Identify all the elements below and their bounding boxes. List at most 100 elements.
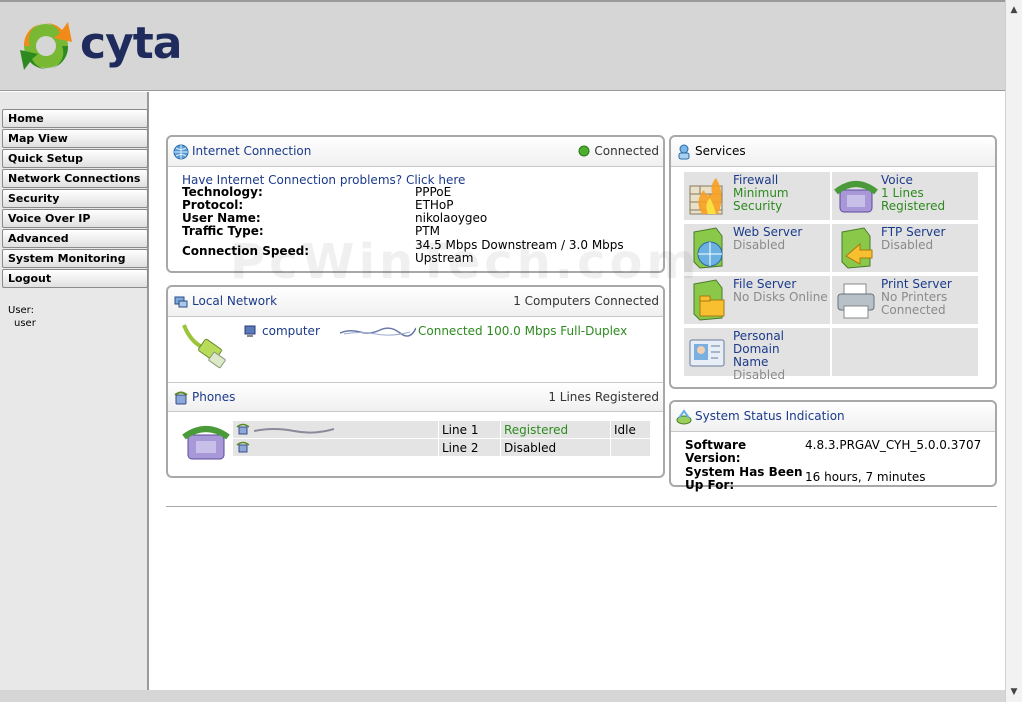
services-title: Services — [695, 144, 746, 158]
network-icon — [174, 296, 188, 308]
internet-connection-header: Internet Connection Connected — [168, 137, 663, 167]
uptime-row: System Has Been Up For: 16 hours, 7 minu… — [685, 466, 985, 492]
redacted-number-icon — [253, 428, 335, 434]
nav-item-home[interactable]: Home — [2, 109, 148, 128]
phone-line-status: Disabled — [500, 438, 611, 457]
cyta-logo: cyta — [16, 16, 186, 80]
lan-device-row: computer Connected 100.0 Mbps Full-Duple… — [180, 323, 660, 377]
bottom-strip — [0, 690, 1005, 702]
service-detail: Disabled — [733, 238, 786, 252]
file-server-icon — [693, 279, 725, 321]
detail-key: Traffic Type: — [182, 224, 264, 238]
system-status-details: Software Version: 4.8.3.PRGAV_CYH_5.0.0.… — [685, 439, 985, 492]
main-nav: Home Map View Quick Setup Network Connec… — [2, 109, 148, 289]
redacted-scribble-icon — [340, 327, 416, 337]
service-print-server[interactable]: Print Server No Printers Connected — [831, 275, 979, 325]
service-web-server[interactable]: Web Server Disabled — [683, 223, 831, 273]
scroll-up-icon[interactable]: ▲ — [1006, 2, 1022, 18]
detail-row: Traffic Type: PTM — [182, 225, 652, 238]
nav-item-system-monitoring[interactable]: System Monitoring — [2, 249, 148, 268]
lan-device-name[interactable]: computer — [262, 324, 320, 338]
services-header: Services — [671, 137, 995, 167]
uptime-label: System Has Been Up For: — [685, 465, 803, 492]
nav-item-quick-setup[interactable]: Quick Setup — [2, 149, 148, 168]
service-file-server[interactable]: File Server No Disks Online — [683, 275, 831, 325]
phone-line-state: Idle — [610, 420, 651, 439]
phone-lines-table: Line 1 Registered Idle Line 2 Disabled — [232, 420, 651, 457]
local-network-summary: 1 Computers Connected — [513, 294, 659, 308]
nav-item-map-view[interactable]: Map View — [2, 129, 148, 148]
local-network-header: Local Network 1 Computers Connected — [168, 287, 663, 317]
header-bar: cyta — [0, 0, 1005, 91]
detail-key: Connection Speed: — [182, 244, 310, 258]
software-version-label: Software Version: — [685, 438, 747, 465]
divider — [166, 506, 997, 507]
services-panel: Services Firewall Minimum Security Voice… — [669, 135, 997, 389]
phone-icon — [174, 391, 188, 405]
connection-details: Technology: PPPoE Protocol: ETHoP User N… — [182, 186, 652, 265]
detail-value: nikolaoygeo — [415, 211, 488, 225]
phones-header: Phones 1 Lines Registered — [168, 382, 663, 412]
uptime-value: 16 hours, 7 minutes — [805, 470, 926, 484]
phone-line-label: Line 2 — [438, 438, 501, 457]
nav-item-network-connections[interactable]: Network Connections — [2, 169, 148, 188]
status-dot-icon — [578, 145, 590, 157]
service-detail: Connected — [881, 303, 946, 317]
phone-line-state — [610, 438, 651, 457]
sidebar: Home Map View Quick Setup Network Connec… — [0, 92, 149, 690]
table-row: Line 2 Disabled — [232, 438, 651, 457]
phones-summary: 1 Lines Registered — [548, 390, 659, 404]
phone-line-status: Registered — [500, 420, 611, 439]
detail-value: PTM — [415, 224, 440, 238]
web-server-icon — [693, 227, 723, 269]
nav-item-security[interactable]: Security — [2, 189, 148, 208]
internet-status-text: Connected — [594, 144, 659, 158]
user-value: user — [14, 318, 36, 329]
local-network-title: Local Network — [192, 294, 278, 308]
service-detail: Disabled — [733, 368, 786, 382]
internet-connection-title: Internet Connection — [192, 144, 312, 158]
firewall-icon — [689, 178, 723, 215]
system-status-header: System Status Indication — [671, 402, 995, 432]
desk-phone-icon — [182, 426, 230, 460]
service-voice[interactable]: Voice 1 Lines Registered — [831, 171, 979, 221]
system-status-panel: System Status Indication Software Versio… — [669, 400, 997, 492]
service-name: Personal Domain — [733, 329, 785, 356]
nav-item-voice-over-ip[interactable]: Voice Over IP — [2, 209, 148, 228]
service-detail: Disabled — [881, 238, 934, 252]
table-row: Line 1 Registered Idle — [232, 420, 651, 439]
internet-connection-panel: Internet Connection Connected Have Inter… — [166, 135, 665, 273]
system-status-title: System Status Indication — [695, 409, 845, 423]
ethernet-cable-icon — [182, 324, 226, 369]
vertical-scrollbar[interactable]: ▲ ▼ — [1005, 0, 1022, 702]
phone-line-label: Line 1 — [438, 420, 501, 439]
line-phone-icon — [236, 441, 250, 453]
service-detail: No Disks Online — [733, 290, 828, 304]
computer-icon — [244, 325, 256, 337]
phone-line-id — [232, 420, 439, 439]
service-firewall[interactable]: Firewall Minimum Security — [683, 171, 831, 221]
detail-value: 34.5 Mbps Downstream / 3.0 Mbps Upstream — [415, 238, 624, 265]
nav-item-advanced[interactable]: Advanced — [2, 229, 148, 248]
service-ftp-server[interactable]: FTP Server Disabled — [831, 223, 979, 273]
voice-phone-icon — [834, 181, 878, 213]
service-detail: Registered — [881, 199, 946, 213]
service-empty-slot — [831, 327, 979, 377]
services-icon — [678, 144, 690, 160]
internet-status: Connected — [578, 144, 659, 158]
phone-lines: Line 1 Registered Idle Line 2 Disabled — [232, 420, 651, 457]
ftp-server-icon — [841, 227, 873, 269]
nav-item-logout[interactable]: Logout — [2, 269, 148, 288]
service-personal-domain[interactable]: Personal Domain Name Disabled — [683, 327, 831, 382]
software-version-row: Software Version: 4.8.3.PRGAV_CYH_5.0.0.… — [685, 439, 985, 465]
line-phone-icon — [236, 423, 250, 435]
detail-row: Connection Speed: 34.5 Mbps Downstream /… — [182, 239, 652, 265]
scroll-down-icon[interactable]: ▼ — [1006, 684, 1022, 700]
software-version-value: 4.8.3.PRGAV_CYH_5.0.0.3707 — [805, 438, 982, 452]
brand-text: cyta — [80, 18, 182, 69]
system-status-icon — [676, 409, 692, 425]
user-label: User: — [8, 305, 34, 316]
printer-icon — [837, 283, 875, 319]
phone-line-id — [232, 438, 439, 457]
cyta-logo-icon — [20, 22, 73, 70]
